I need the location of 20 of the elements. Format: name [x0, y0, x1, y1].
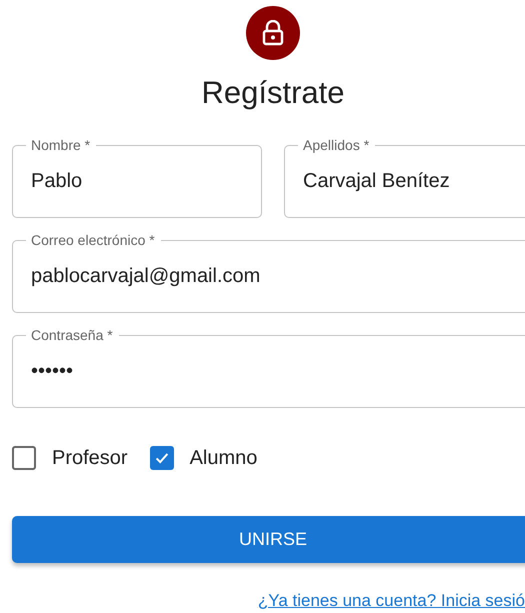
sign-in-link[interactable]: ¿Ya tienes una cuenta? Inicia sesió — [258, 591, 525, 612]
field-label: Correo electrónico * — [30, 232, 156, 248]
field-label: Nombre * — [30, 137, 92, 154]
input-field[interactable]: Apellidos * Carvajal Benítez — [284, 137, 525, 218]
input-field[interactable]: Contraseña * •••••• — [12, 327, 525, 408]
checkbox-label: Profesor — [52, 446, 128, 470]
checkbox-label: Alumno — [190, 446, 258, 470]
field-value: pablocarvajal@gmail.com — [31, 264, 260, 288]
form-title: Regístrate — [201, 74, 344, 112]
field-label: Apellidos * — [302, 137, 370, 154]
join-button[interactable]: UNIRSE — [12, 516, 525, 564]
checkbox[interactable] — [150, 446, 174, 470]
checkbox[interactable] — [12, 446, 36, 470]
lock-icon — [262, 20, 284, 46]
input-field[interactable]: Nombre * Pablo — [12, 137, 262, 218]
field-value: Pablo — [31, 170, 82, 193]
field-label: Contraseña * — [30, 327, 114, 344]
input-field[interactable]: Correo electrónico * pablocarvajal@gmail.com — [12, 232, 525, 314]
field-value: •••••• — [31, 360, 74, 383]
field-value: Carvajal Benítez — [303, 170, 450, 193]
